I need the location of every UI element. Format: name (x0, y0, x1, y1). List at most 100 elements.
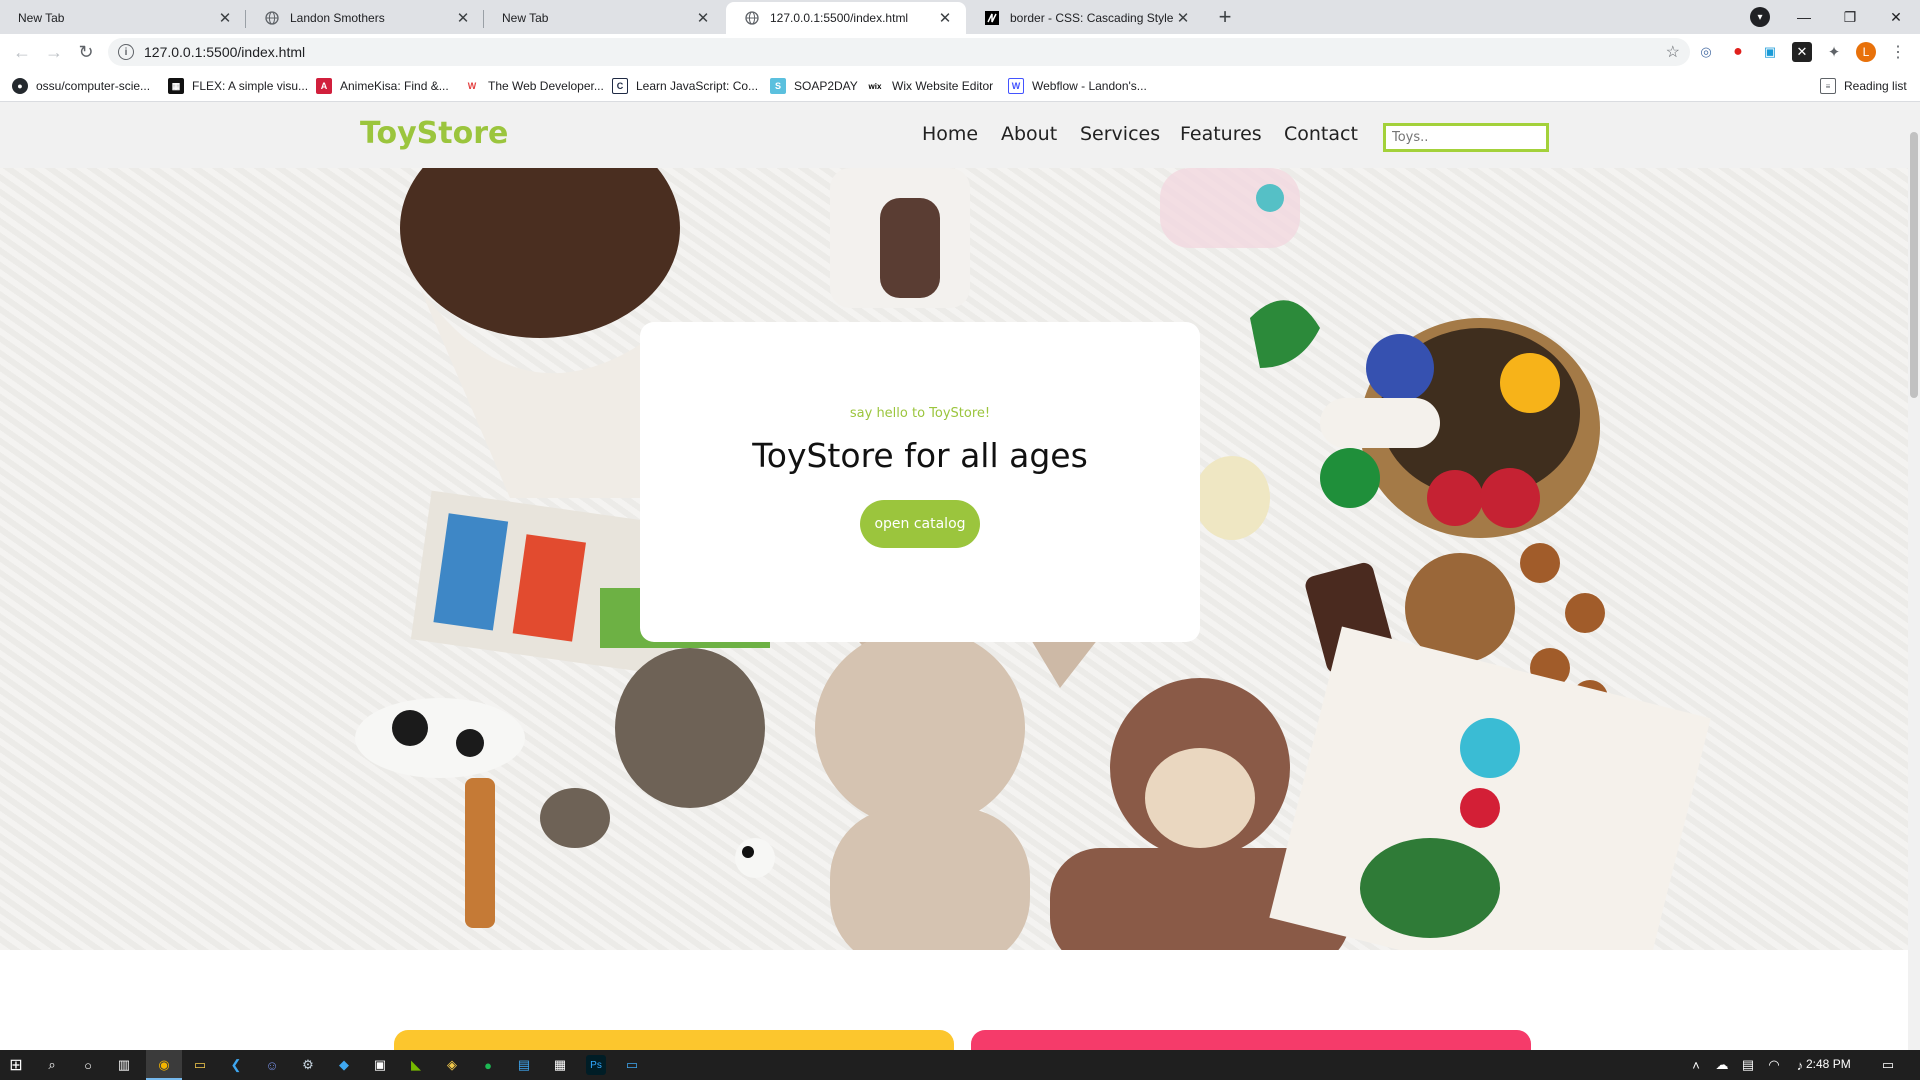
bookmark-label: FLEX: A simple visu... (192, 79, 309, 93)
chevron-up-icon[interactable]: ˄ (1686, 1055, 1706, 1075)
menu-icon[interactable]: ⋮ (1888, 42, 1908, 62)
globe-icon (264, 10, 280, 26)
address-bar[interactable]: i 127.0.0.1:5500/index.html ☆ (108, 38, 1690, 66)
bookmark-item[interactable]: C Learn JavaScript: Co... (612, 78, 758, 94)
bookmark-star-icon[interactable]: ☆ (1666, 42, 1680, 62)
cow-spot (392, 710, 428, 746)
elephant-toy (615, 648, 765, 808)
file-explorer-icon[interactable]: ▭ (190, 1055, 210, 1075)
felt-egg (1194, 456, 1270, 540)
site-logo[interactable]: ToyStore (360, 116, 508, 151)
bookmark-item[interactable]: ▦ FLEX: A simple visu... (168, 78, 308, 94)
nav-home[interactable]: Home (922, 123, 978, 145)
app-icon[interactable]: ▦ (550, 1055, 570, 1075)
bookmark-item[interactable]: wix Wix Website Editor (866, 78, 993, 94)
panda-toy (735, 838, 775, 878)
felt-radish (1320, 398, 1440, 448)
nav-features[interactable]: Features (1180, 123, 1262, 145)
mdn-icon (984, 10, 1000, 26)
chrome-icon[interactable]: ◉ (154, 1055, 174, 1075)
bookmark-item[interactable]: W Webflow - Landon's... (1008, 78, 1147, 94)
steam-icon[interactable]: ⚙ (298, 1055, 318, 1075)
close-icon[interactable]: ✕ (1174, 9, 1192, 27)
nav-services[interactable]: Services (1080, 123, 1160, 145)
task-view-icon[interactable]: ▥ (114, 1055, 134, 1075)
flex-icon: ▦ (168, 78, 184, 94)
extension-icon[interactable]: ✕ (1792, 42, 1812, 62)
nav-about[interactable]: About (1001, 123, 1057, 145)
back-icon[interactable]: ← (10, 40, 34, 64)
bookmark-label: Webflow - Landon's... (1032, 79, 1147, 93)
hero-section: say hello to ToyStore! ToyStore for all … (0, 168, 1908, 950)
bookmark-item[interactable]: W The Web Developer... (464, 78, 604, 94)
reload-icon[interactable]: ↻ (74, 40, 98, 64)
search-input[interactable] (1383, 123, 1549, 152)
nvidia-icon[interactable]: ◣ (406, 1055, 426, 1075)
close-icon[interactable]: ✕ (454, 9, 472, 27)
app-icon[interactable]: ▭ (622, 1055, 642, 1075)
onedrive-icon[interactable]: ☁ (1712, 1055, 1732, 1075)
spotify-icon[interactable]: ● (478, 1055, 498, 1075)
browser-tab[interactable]: New Tab ✕ (0, 2, 246, 34)
windows-start-icon[interactable]: ⊞ (6, 1055, 26, 1075)
app-icon[interactable]: ◈ (442, 1055, 462, 1075)
translate-icon[interactable]: ▣ (1760, 42, 1780, 62)
photoshop-icon[interactable]: Ps (586, 1055, 606, 1075)
page-viewport: ToyStore Home About Services Features Co… (0, 102, 1920, 1050)
puzzle-icon[interactable]: ✦ (1824, 42, 1844, 62)
site-header: ToyStore Home About Services Features Co… (0, 102, 1908, 168)
app-icon[interactable]: ▤ (514, 1055, 534, 1075)
wix-icon: wix (866, 78, 884, 94)
new-tab-button[interactable]: + (1212, 4, 1238, 30)
bookmark-item[interactable]: ● ossu/computer-scie... (12, 78, 150, 94)
browser-tab[interactable]: border - CSS: Cascading Style Sh ✕ (966, 2, 1204, 34)
close-icon[interactable]: ✕ (216, 9, 234, 27)
close-icon[interactable]: ✕ (694, 9, 712, 27)
forward-icon[interactable]: → (42, 40, 66, 64)
webflow-icon: W (1008, 78, 1024, 94)
cow-toy (355, 698, 525, 778)
url-text: 127.0.0.1:5500/index.html (144, 44, 306, 60)
caterpillar-head (1460, 788, 1500, 828)
bookmark-label: ossu/computer-scie... (36, 79, 151, 93)
page-scrollbar[interactable] (1908, 102, 1920, 1050)
scrollbar-thumb[interactable] (1910, 132, 1918, 398)
baby-elephant-toy (540, 788, 610, 848)
bookmark-label: SOAP2DAY (794, 79, 858, 93)
opera-icon[interactable]: ● (1728, 42, 1748, 62)
tab-title: border - CSS: Cascading Style Sh (1010, 11, 1174, 25)
network-icon[interactable]: ▤ (1738, 1055, 1758, 1075)
app-icon[interactable]: ◆ (334, 1055, 354, 1075)
nav-contact[interactable]: Contact (1284, 123, 1358, 145)
feature-card-yellow (394, 1030, 954, 1050)
cortana-icon[interactable]: ○ (78, 1055, 98, 1075)
app-icon[interactable]: ▣ (370, 1055, 390, 1075)
search-icon[interactable]: ⌕ (42, 1055, 62, 1075)
wifi-icon[interactable]: ◠ (1764, 1055, 1784, 1075)
close-icon[interactable]: ✕ (936, 9, 954, 27)
cookie (1565, 593, 1605, 633)
open-catalog-button[interactable]: open catalog (860, 500, 980, 548)
tab-search-icon[interactable]: ▾ (1750, 7, 1770, 27)
notifications-icon[interactable]: ▭ (1878, 1055, 1898, 1075)
monkey-face (1145, 748, 1255, 848)
discord-icon[interactable]: ☺ (262, 1055, 282, 1075)
cookie (1520, 543, 1560, 583)
vscode-icon[interactable]: ❮ (226, 1055, 246, 1075)
codecademy-icon: C (612, 78, 628, 94)
windows-taskbar: ⊞ ⌕ ○ ▥ ◉ ▭ ❮ ☺ ⚙ ◆ ▣ ◣ ◈ ● ▤ ▦ Ps ▭ ˄ ☁… (0, 1050, 1920, 1080)
browser-tab[interactable]: New Tab ✕ (484, 2, 724, 34)
avatar[interactable]: L (1856, 42, 1876, 62)
browser-tab-active[interactable]: 127.0.0.1:5500/index.html ✕ (726, 2, 966, 34)
bookmark-item[interactable]: S SOAP2DAY (770, 78, 858, 94)
bookmark-item[interactable]: A AnimeKisa: Find &... (316, 78, 449, 94)
browser-tab-bar: New Tab ✕ Landon Smothers ✕ New Tab ✕ 12… (0, 0, 1920, 34)
taskbar-clock[interactable]: 2:48 PM (1806, 1057, 1851, 1071)
reading-list-button[interactable]: ≡ Reading list (1820, 78, 1907, 94)
close-window-button[interactable]: ✕ (1868, 0, 1920, 34)
browser-tab[interactable]: Landon Smothers ✕ (246, 2, 484, 34)
felt-eggplant (1366, 334, 1434, 402)
info-icon[interactable]: i (118, 44, 134, 60)
extension-icon[interactable]: ◎ (1696, 42, 1716, 62)
felt-tomato (1480, 468, 1540, 528)
